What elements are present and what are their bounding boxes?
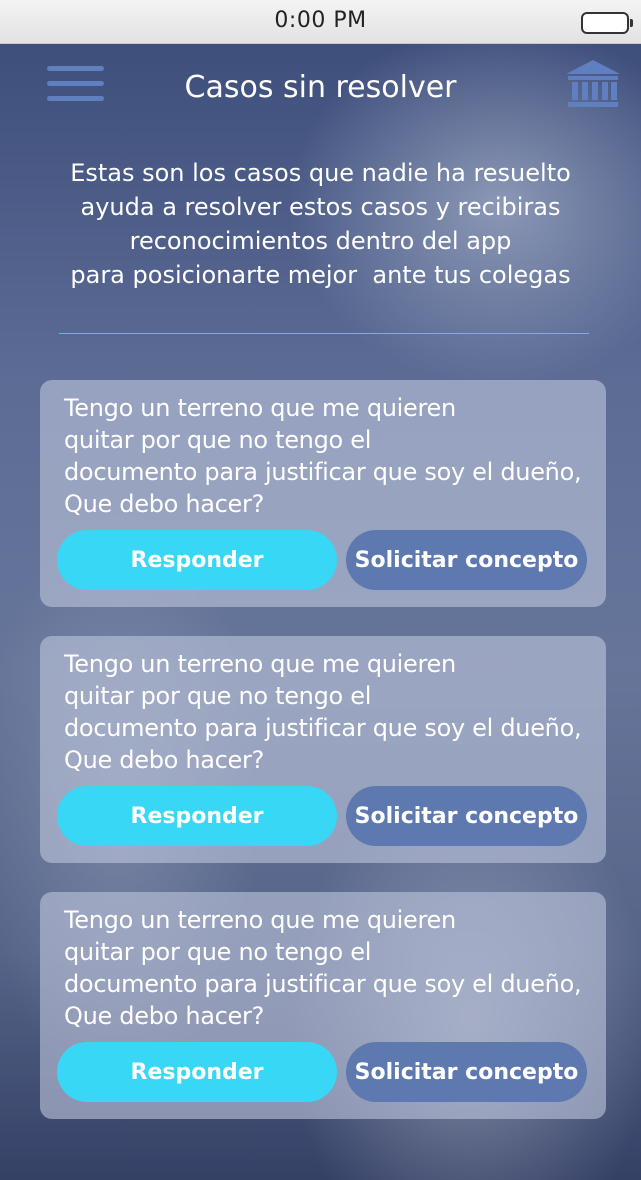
respond-button[interactable]: Responder [57, 530, 337, 590]
case-line: quitar por que no tengo el [64, 938, 372, 966]
case-line: Tengo un terreno que me quieren [64, 906, 456, 934]
request-concept-button[interactable]: Solicitar concepto [346, 1042, 587, 1102]
case-card: Tengo un terreno que me quieren quitar p… [40, 636, 606, 863]
request-concept-button[interactable]: Solicitar concepto [346, 786, 587, 846]
respond-button[interactable]: Responder [57, 1042, 337, 1102]
case-line: Tengo un terreno que me quieren [64, 394, 456, 422]
intro-line: Estas son los casos que nadie ha resuelt… [70, 159, 571, 187]
case-line: Que debo hacer? [64, 746, 265, 774]
case-line: documento para justificar que soy el due… [64, 714, 582, 742]
case-card: Tengo un terreno que me quieren quitar p… [40, 380, 606, 607]
case-line: documento para justificar que soy el due… [64, 970, 582, 998]
app-screen: Casos sin resolver Estas son los casos q… [0, 44, 641, 1180]
case-question: Tengo un terreno que me quieren quitar p… [64, 648, 602, 776]
hamburger-menu-icon[interactable] [47, 66, 104, 102]
intro-line: ayuda a resolver estos casos y recibiras [80, 193, 561, 221]
intro-text: Estas son los casos que nadie ha resuelt… [30, 156, 611, 292]
request-concept-button[interactable]: Solicitar concepto [346, 530, 587, 590]
divider [59, 333, 589, 334]
courthouse-icon[interactable] [564, 58, 622, 108]
case-line: Que debo hacer? [64, 490, 265, 518]
battery-icon [581, 12, 633, 34]
case-line: quitar por que no tengo el [64, 682, 372, 710]
case-card: Tengo un terreno que me quieren quitar p… [40, 892, 606, 1119]
status-time: 0:00 PM [274, 8, 367, 33]
case-line: Tengo un terreno que me quieren [64, 650, 456, 678]
status-bar: 0:00 PM [0, 0, 641, 44]
page-title: Casos sin resolver [184, 70, 457, 105]
case-question: Tengo un terreno que me quieren quitar p… [64, 392, 602, 520]
case-line: Que debo hacer? [64, 1002, 265, 1030]
respond-button[interactable]: Responder [57, 786, 337, 846]
case-line: documento para justificar que soy el due… [64, 458, 582, 486]
case-question: Tengo un terreno que me quieren quitar p… [64, 904, 602, 1032]
intro-line: reconocimientos dentro del app [129, 227, 512, 255]
case-line: quitar por que no tengo el [64, 426, 372, 454]
intro-line: para posicionarte mejor ante tus colegas [70, 261, 571, 289]
